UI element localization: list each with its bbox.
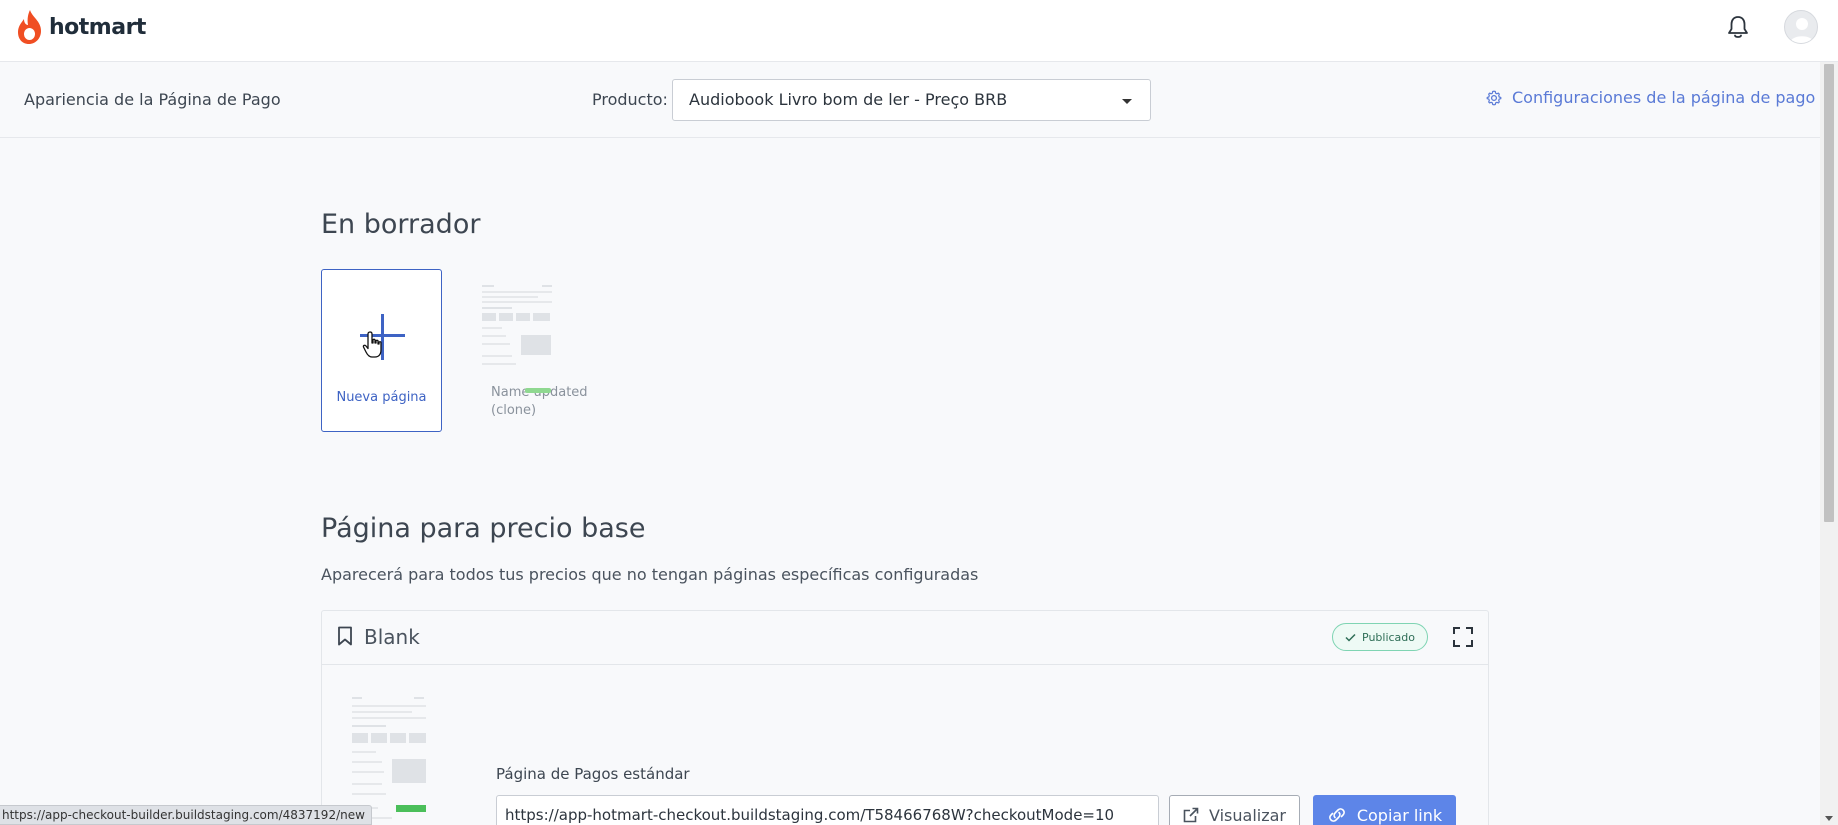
page-preview-icon — [482, 285, 552, 365]
user-avatar[interactable] — [1784, 10, 1818, 44]
hotmart-logo[interactable]: hotmart — [15, 9, 146, 45]
caret-down-icon — [1122, 99, 1132, 104]
status-bar-url: https://app-checkout-builder.buildstagin… — [0, 805, 372, 825]
hand-cursor-icon — [362, 331, 382, 358]
scroll-down-arrow-icon[interactable] — [1825, 816, 1833, 821]
page-subheader: Apariencia de la Página de Pago Producto… — [0, 62, 1828, 138]
standard-page-label: Página de Pagos estándar — [496, 765, 690, 783]
draft-page-thumbnail[interactable] — [480, 283, 556, 369]
vertical-scrollbar[interactable] — [1820, 62, 1838, 825]
checkout-settings-link[interactable]: Configuraciones de la página de pago — [1486, 88, 1815, 107]
bookmark-icon — [338, 626, 352, 646]
product-label: Producto: — [592, 90, 668, 109]
base-price-section-title: Página para precio base — [321, 513, 646, 544]
base-price-page-card: Blank Publicado Página de Pagos estándar… — [321, 610, 1489, 825]
fullscreen-expand-icon[interactable] — [1452, 626, 1474, 648]
gear-icon — [1486, 90, 1502, 105]
checkout-settings-label: Configuraciones de la página de pago — [1512, 88, 1816, 107]
checkout-url-field[interactable] — [496, 795, 1159, 825]
product-select-value: Audiobook Livro bom de ler - Preço BRB — [689, 90, 1008, 109]
copy-link-button[interactable]: Copiar link — [1313, 795, 1456, 825]
new-page-label: Nueva página — [336, 390, 427, 405]
product-select[interactable]: Audiobook Livro bom de ler - Preço BRB — [672, 79, 1151, 121]
bell-icon[interactable] — [1725, 13, 1751, 41]
draft-highlight-mark — [525, 388, 551, 393]
card-header: Blank Publicado — [322, 611, 1488, 665]
check-icon — [1345, 633, 1356, 642]
draft-page-name[interactable]: Name updated (clone) — [491, 384, 591, 420]
drafts-section-title: En borrador — [321, 209, 481, 240]
view-button[interactable]: Visualizar — [1169, 795, 1300, 825]
card-page-name: Blank — [364, 625, 420, 649]
link-icon — [1328, 808, 1345, 822]
status-badge: Publicado — [1332, 623, 1429, 651]
top-navbar: hotmart — [0, 0, 1838, 62]
user-icon — [1790, 18, 1814, 43]
base-price-description: Aparecerá para todos tus precios que no … — [321, 565, 979, 584]
scrollbar-thumb[interactable] — [1824, 64, 1834, 522]
page-title: Apariencia de la Página de Pago — [24, 90, 281, 109]
external-link-icon — [1183, 807, 1199, 823]
flame-icon — [18, 10, 41, 44]
brand-name: hotmart — [49, 14, 146, 40]
